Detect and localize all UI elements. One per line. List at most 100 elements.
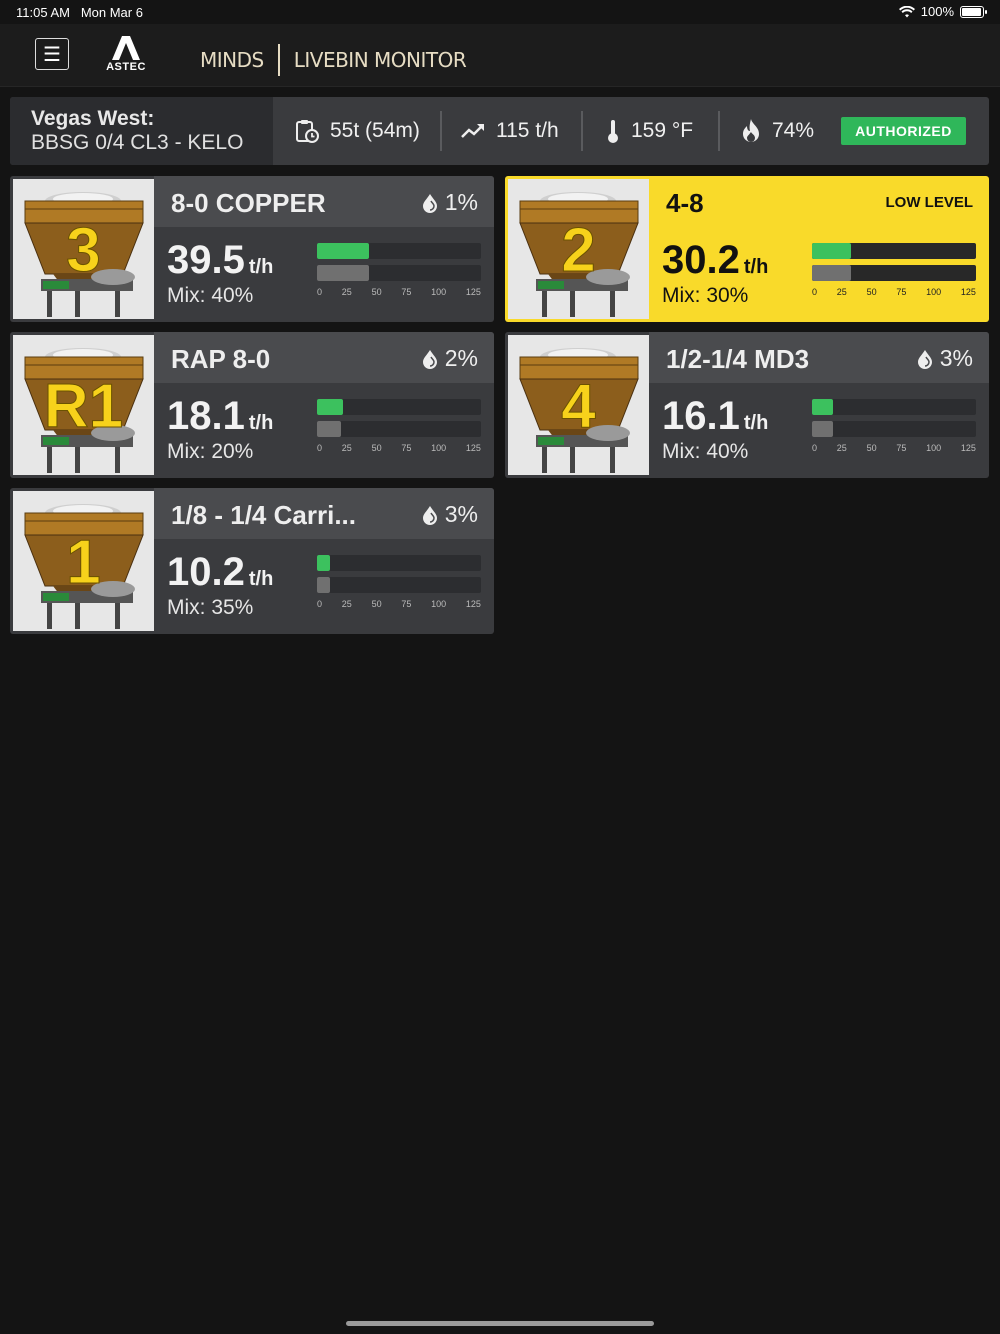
site-info[interactable]: Vegas West: BBSG 0/4 CL3 - KELO	[10, 97, 273, 165]
bin-number: 1	[66, 528, 101, 598]
tick-label: 75	[896, 287, 907, 297]
feed-rate-unit: t/h	[248, 256, 274, 278]
target-rate-fill	[812, 421, 833, 437]
bin-card[interactable]: 2 4-8 LOW LEVEL 30.2 t/h Mix: 30% 0 25 50 75…	[505, 176, 989, 322]
menu-button[interactable]: ☰	[35, 38, 69, 70]
authorized-badge: AUTHORIZED	[841, 117, 966, 145]
bar-scale-ticks: 0 25 50 75 100 125	[317, 599, 481, 609]
tick-label: 25	[836, 443, 847, 453]
bar-scale-ticks: 0 25 50 75 100 125	[812, 287, 976, 297]
tick-label: 25	[836, 287, 847, 297]
water-drop-icon	[422, 349, 437, 369]
bin-header: RAP 8-0 2%	[154, 332, 494, 383]
bin-image: 1	[13, 491, 154, 631]
thermometer-icon	[608, 120, 618, 143]
burner-stat: 74%	[740, 97, 814, 165]
bin-number: 4	[561, 372, 596, 442]
tons-stat: 55t (54m)	[294, 97, 420, 165]
bar-scale-ticks: 0 25 50 75 100 125	[317, 443, 481, 453]
tick-label: 50	[866, 443, 877, 453]
tick-label: 50	[371, 599, 382, 609]
low-level-warning: LOW LEVEL	[885, 194, 974, 211]
tick-label: 100	[431, 599, 447, 609]
target-rate-fill	[812, 265, 852, 281]
actual-rate-bar	[317, 555, 481, 571]
bin-image: R1	[13, 335, 154, 475]
temp-value: 159 °F	[631, 119, 694, 142]
bin-header: 1/8 - 1/4 Carri... 3%	[154, 488, 494, 539]
tick-label: 125	[465, 287, 481, 297]
target-rate-fill	[317, 265, 370, 281]
stat-divider	[581, 111, 583, 151]
bin-header: 8-0 COPPER 1%	[154, 176, 494, 227]
plant-info-bar: Vegas West: BBSG 0/4 CL3 - KELO 55t (54m…	[10, 97, 989, 165]
moisture-reading: 2%	[421, 345, 478, 372]
water-drop-icon	[422, 193, 437, 213]
tick-label: 50	[371, 287, 382, 297]
actual-rate-bar	[317, 243, 481, 259]
material-name: 1/2-1/4 MD3	[666, 344, 810, 374]
bin-header: 1/2-1/4 MD3 3%	[649, 332, 989, 383]
feed-rate: 30.2 t/h	[662, 238, 768, 283]
feed-rate: 10.2 t/h	[167, 550, 273, 595]
feed-rate-value: 16.1	[662, 394, 740, 438]
feed-rate-value: 10.2	[167, 550, 245, 594]
bin-card[interactable]: R1 RAP 8-0 2% 18.1 t/h Mix: 20% 0 25 50 75 10…	[10, 332, 494, 478]
app-name: MINDS	[200, 48, 264, 72]
bin-header: 4-8 LOW LEVEL	[649, 176, 989, 227]
moisture-reading: 3%	[421, 501, 478, 528]
tick-label: 25	[341, 599, 352, 609]
bar-scale-ticks: 0 25 50 75 100 125	[812, 443, 976, 453]
target-rate-bar	[812, 265, 976, 281]
flame-icon	[743, 119, 759, 142]
bin-card[interactable]: 4 1/2-1/4 MD3 3% 16.1 t/h Mix: 40% 0 25 50 7…	[505, 332, 989, 478]
water-drop-icon	[917, 349, 932, 369]
target-rate-fill	[317, 421, 341, 437]
actual-rate-bar	[812, 243, 976, 259]
target-rate-bar	[317, 577, 481, 593]
astec-logo-icon	[112, 36, 140, 60]
feed-rate-value: 39.5	[167, 238, 245, 282]
astec-logo: ASTEC	[96, 36, 156, 76]
rate-bar-chart: 0 25 50 75 100 125	[812, 243, 976, 297]
tick-label: 75	[401, 287, 412, 297]
moisture-value: 3%	[444, 501, 478, 527]
trending-up-icon	[461, 124, 484, 138]
bin-image: 2	[508, 179, 649, 319]
moisture-reading: 1%	[421, 189, 478, 216]
moisture-value: 3%	[939, 345, 973, 371]
feed-rate-value: 18.1	[167, 394, 245, 438]
material-name: 8-0 COPPER	[171, 188, 326, 218]
mix-percent: Mix: 20%	[167, 440, 254, 463]
tick-label: 75	[401, 599, 412, 609]
tick-label: 50	[371, 443, 382, 453]
actual-rate-fill	[812, 399, 833, 415]
wifi-icon	[898, 5, 915, 17]
actual-rate-fill	[812, 243, 852, 259]
tick-label: 125	[465, 599, 481, 609]
hamburger-icon: ☰	[43, 43, 61, 66]
tick-label: 100	[431, 443, 447, 453]
app-header: ☰ ASTEC MINDS LIVEBIN MONITOR	[0, 24, 1000, 87]
rate-bar-chart: 0 25 50 75 100 125	[317, 243, 481, 297]
status-bar: 11:05 AM Mon Mar 6 100%	[0, 0, 1000, 24]
bin-image: 4	[508, 335, 649, 475]
feed-rate: 16.1 t/h	[662, 394, 768, 439]
mix-percent: Mix: 40%	[662, 440, 749, 463]
actual-rate-bar	[812, 399, 976, 415]
tick-label: 100	[926, 443, 942, 453]
actual-rate-fill	[317, 399, 344, 415]
bin-number: R1	[43, 372, 124, 442]
bin-card[interactable]: 3 8-0 COPPER 1% 39.5 t/h Mix: 40% 0 25 50 75…	[10, 176, 494, 322]
mix-percent: Mix: 40%	[167, 284, 254, 307]
bin-card[interactable]: 1 1/8 - 1/4 Carri... 3% 10.2 t/h Mix: 35%…	[10, 488, 494, 634]
target-rate-bar	[317, 421, 481, 437]
tick-label: 0	[317, 599, 323, 609]
mix-percent: Mix: 35%	[167, 596, 254, 619]
bin-image: 3	[13, 179, 154, 319]
logo-text: ASTEC	[106, 61, 146, 73]
moisture-value: 1%	[444, 189, 478, 215]
battery-percent: 100%	[920, 4, 954, 19]
tick-label: 75	[401, 443, 412, 453]
battery-icon	[960, 5, 987, 18]
